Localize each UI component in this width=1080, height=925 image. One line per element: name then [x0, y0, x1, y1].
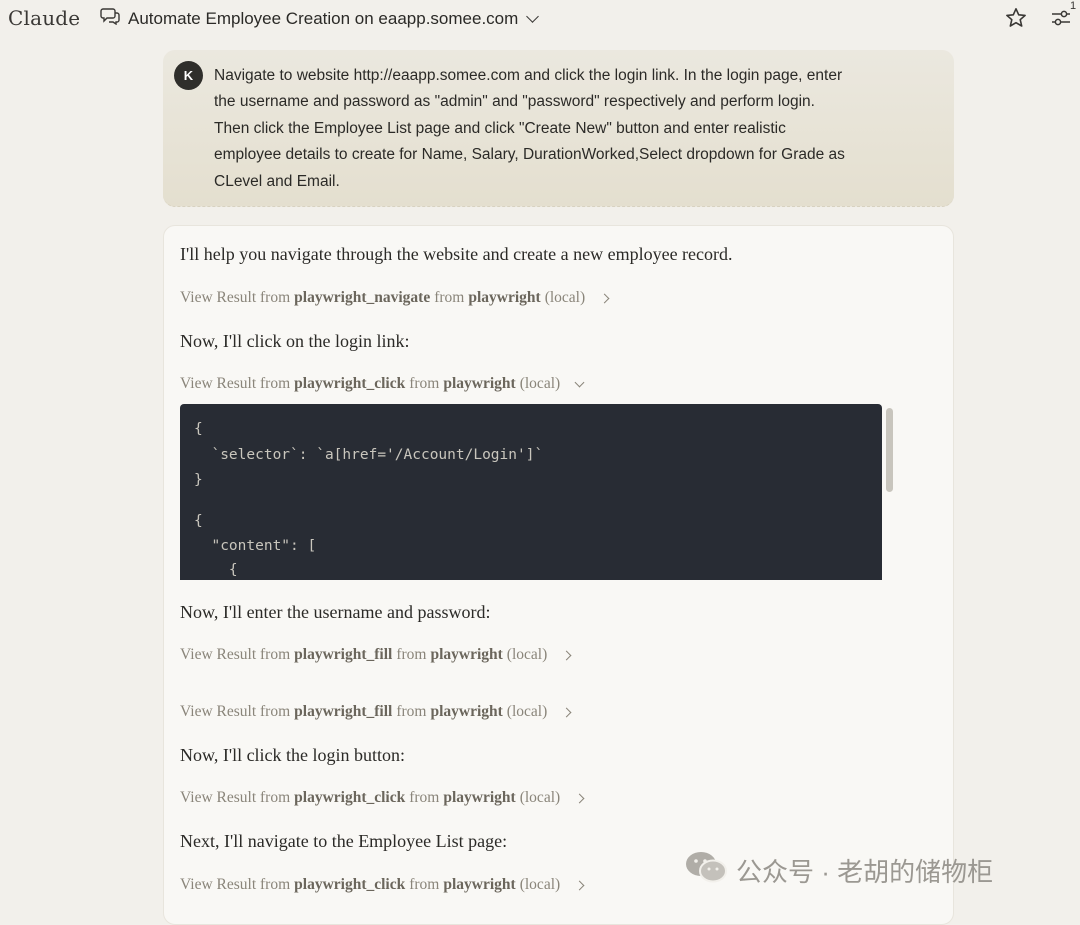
code-block[interactable]: { `selector`: `a[href='/Account/Login']`… — [180, 404, 882, 580]
assistant-response: I'll help you navigate through the websi… — [163, 225, 954, 925]
tool-result-click-login-button[interactable]: View Result from playwright_click from p… — [180, 789, 585, 807]
user-message-line: Then click the Employee List page and cl… — [214, 119, 786, 137]
response-intro: I'll help you navigate through the websi… — [180, 244, 733, 264]
user-message-text: Navigate to website http://eaapp.somee.c… — [214, 63, 939, 195]
sliders-icon[interactable] — [1050, 7, 1072, 34]
chevron-right-icon — [561, 650, 572, 660]
code-line: `selector`: `a[href='/Account/Login']` — [194, 447, 544, 463]
user-message-line: employee details to create for Name, Sal… — [214, 146, 845, 164]
watermark-text: 公众号 · 老胡的储物柜 — [736, 857, 994, 887]
step-login-button: Now, I'll click the login button: — [180, 745, 406, 765]
chevron-down-icon — [574, 377, 585, 387]
code-line: { — [194, 513, 203, 529]
step-credentials: Now, I'll enter the username and passwor… — [180, 602, 491, 622]
user-message: K Navigate to website http://eaapp.somee… — [163, 50, 954, 207]
user-message-line: Navigate to website http://eaapp.somee.c… — [214, 67, 843, 84]
conversation-title-button[interactable]: Automate Employee Creation on eaapp.some… — [100, 7, 540, 30]
chevron-right-icon — [561, 707, 572, 717]
tool-result-click-employee-list[interactable]: View Result from playwright_click from p… — [180, 876, 585, 894]
tool-result-fill-password[interactable]: View Result from playwright_fill from pl… — [180, 703, 572, 721]
user-message-line: the username and password as "admin" and… — [214, 93, 815, 111]
code-line: { — [194, 562, 238, 578]
code-line: } — [194, 472, 203, 488]
tool-result-fill-username[interactable]: View Result from playwright_fill from pl… — [180, 646, 572, 664]
chevron-right-icon — [599, 293, 610, 303]
user-avatar: K — [174, 61, 203, 90]
code-line: { — [194, 421, 203, 437]
top-bar: Claude Automate Employee Creation on eaa… — [0, 0, 1080, 36]
code-line: "content": [ — [194, 538, 317, 554]
step-employee-list: Next, I'll navigate to the Employee List… — [180, 831, 508, 851]
step-login-link: Now, I'll click on the login link: — [180, 331, 410, 351]
chevron-down-icon — [526, 9, 540, 23]
chevron-right-icon — [574, 880, 585, 890]
app-logo[interactable]: Claude — [8, 6, 80, 30]
watermark: 公众号 · 老胡的储物柜 — [684, 850, 993, 891]
chevron-right-icon — [574, 793, 585, 803]
settings-badge: 1 — [1070, 0, 1077, 12]
wechat-icon — [684, 850, 728, 891]
user-message-line: CLevel and Email. — [214, 172, 340, 190]
tool-result-navigate[interactable]: View Result from playwright_navigate fro… — [180, 289, 610, 307]
tool-result-click-login[interactable]: View Result from playwright_click from p… — [180, 375, 585, 393]
star-icon[interactable] — [1004, 6, 1028, 35]
chat-bubbles-icon — [100, 7, 120, 30]
code-scrollbar[interactable] — [886, 408, 893, 492]
conversation-title: Automate Employee Creation on eaapp.some… — [128, 8, 519, 28]
